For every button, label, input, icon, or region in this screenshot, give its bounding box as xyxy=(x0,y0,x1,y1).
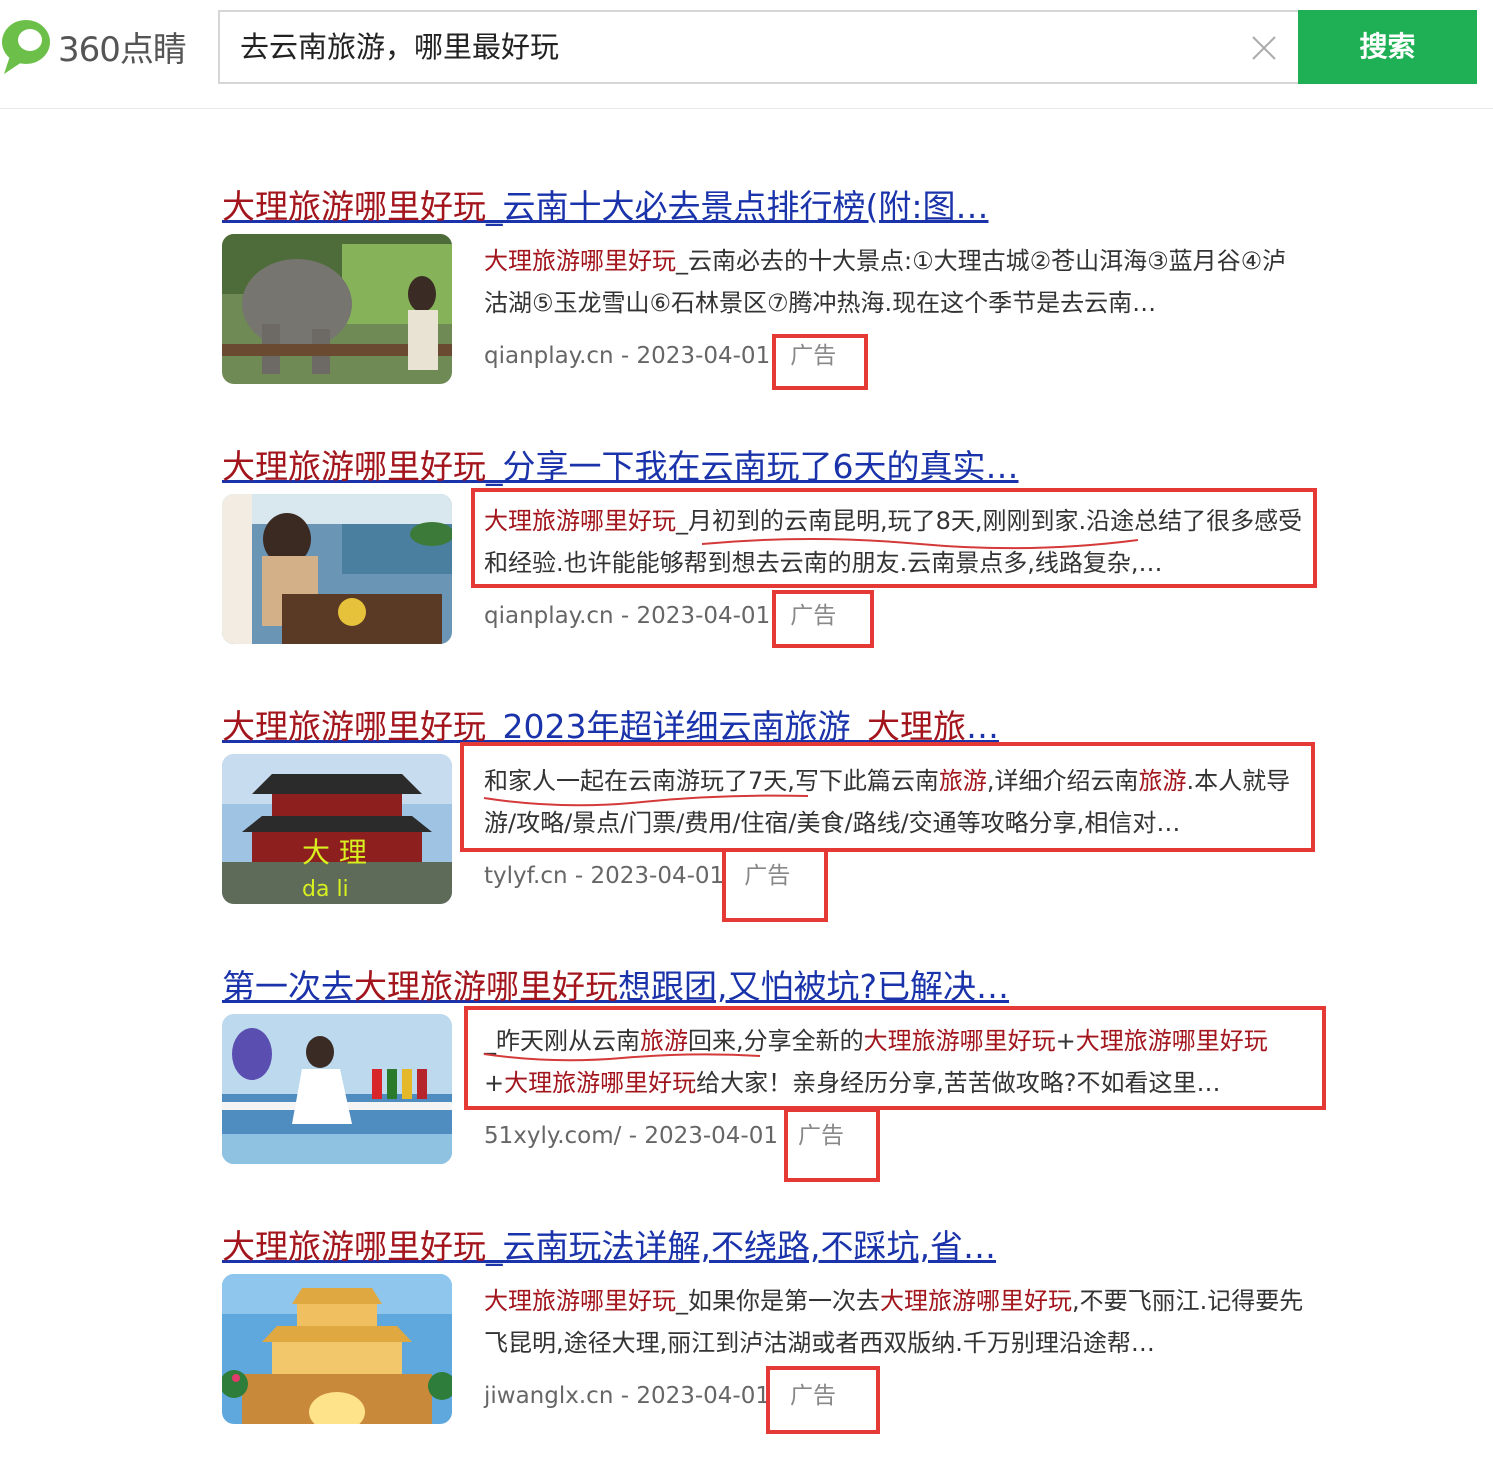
title-text: 想跟团,又怕被坑?已解决… xyxy=(618,967,1010,1006)
snippet-highlight: 旅游 xyxy=(938,767,987,795)
ad-badge: 广告 xyxy=(797,1123,844,1149)
result-title[interactable]: 第一次去大理旅游哪里好玩想跟团,又怕被坑?已解决… xyxy=(222,960,1009,1008)
thumb-caption: 大 理 xyxy=(302,836,367,869)
snippet-highlight: 大理旅游哪里好玩 xyxy=(880,1287,1072,1315)
title-highlight: 大理旅 xyxy=(866,707,966,746)
ad-badge: 广告 xyxy=(790,603,837,629)
result-thumbnail[interactable] xyxy=(222,494,452,644)
snippet-highlight: 大理旅游哪里好玩 xyxy=(504,1069,697,1097)
title-highlight: 大理旅游哪里好玩 xyxy=(222,447,486,486)
result-site[interactable]: 51xyly.com/ - 2023-04-01 xyxy=(484,1123,778,1149)
result-thumbnail[interactable] xyxy=(222,234,452,384)
snippet-highlight: 旅游 xyxy=(640,1027,688,1055)
ad-badge: 广告 xyxy=(790,343,837,369)
search-input[interactable]: 去云南旅游，哪里最好玩 xyxy=(240,12,1220,82)
snippet-highlight: 旅游 xyxy=(1138,767,1187,795)
snippet-text: _如果你是第一次去 xyxy=(676,1287,880,1315)
logo[interactable]: 360点睛 xyxy=(0,14,187,78)
result-thumbnail[interactable]: 大 理 da li xyxy=(222,754,452,904)
result-title[interactable]: 大理旅游哪里好玩_云南十大必去景点排行榜(附:图… xyxy=(222,180,989,228)
result-snippet: 大理旅游哪里好玩_云南必去的十大景点:①大理古城②苍山洱海③蓝月谷④泸沽湖⑤玉龙… xyxy=(484,240,1304,324)
snippet-text: + xyxy=(484,1069,505,1097)
result-snippet: 大理旅游哪里好玩_如果你是第一次去大理旅游哪里好玩,不要飞丽江.记得要先飞昆明,… xyxy=(484,1280,1304,1364)
result-meta: qianplay.cn - 2023-04-01 广告 xyxy=(484,336,836,370)
result-meta: jiwanglx.cn - 2023-04-01 广告 xyxy=(484,1376,836,1410)
title-highlight: 大理旅游哪里好玩 xyxy=(222,707,486,746)
title-text: … xyxy=(965,707,999,746)
ad-badge: 广告 xyxy=(744,863,791,889)
title-text: _云南十大必去景点排行榜(附:图… xyxy=(486,187,989,226)
snippet-text: 回来,分享全新的 xyxy=(688,1027,864,1055)
snippet-text: ,详细介绍云南 xyxy=(986,767,1139,795)
result-site[interactable]: qianplay.cn - 2023-04-01 xyxy=(484,603,770,629)
result-thumbnail[interactable] xyxy=(222,1274,452,1424)
snippet-text: _昨天刚从云南 xyxy=(484,1027,640,1055)
result-title[interactable]: 大理旅游哪里好玩_云南玩法详解,不绕路,不踩坑,省… xyxy=(222,1220,996,1268)
snippet-highlight: 大理旅游哪里好玩 xyxy=(484,247,676,275)
title-highlight: 大理旅游哪里好玩 xyxy=(354,967,618,1006)
title-text: _分享一下我在云南玩了6天的真实… xyxy=(486,447,1019,486)
result-site[interactable]: jiwanglx.cn - 2023-04-01 xyxy=(484,1383,770,1409)
result-snippet: 和家人一起在云南游玩了7天,写下此篇云南旅游,详细介绍云南旅游.本人就导游/攻略… xyxy=(484,760,1304,844)
result-thumbnail[interactable] xyxy=(222,1014,452,1164)
result-title[interactable]: 大理旅游哪里好玩_分享一下我在云南玩了6天的真实… xyxy=(222,440,1019,488)
result-meta: tylyf.cn - 2023-04-01 广告 xyxy=(484,856,790,890)
thumb-caption: da li xyxy=(302,877,349,902)
title-text: 第一次去 xyxy=(222,967,354,1006)
snippet-highlight: 大理旅游哪里好玩 xyxy=(484,507,676,535)
snippet-highlight: 大理旅游哪里好玩 xyxy=(863,1027,1056,1055)
snippet-highlight: 大理旅游哪里好玩 xyxy=(1075,1027,1268,1055)
title-text: _云南玩法详解,不绕路,不踩坑,省… xyxy=(486,1227,996,1266)
logo-icon xyxy=(2,20,50,74)
result-snippet: 大理旅游哪里好玩_月初到的云南昆明,玩了8天,刚刚到家.沿途总结了很多感受和经验… xyxy=(484,500,1304,584)
result-meta: 51xyly.com/ - 2023-04-01 广告 xyxy=(484,1116,844,1150)
snippet-highlight: 大理旅游哪里好玩 xyxy=(484,1287,676,1315)
search-button[interactable]: 搜索 xyxy=(1298,10,1477,84)
title-highlight: 大理旅游哪里好玩 xyxy=(222,1227,486,1266)
result-site[interactable]: tylyf.cn - 2023-04-01 xyxy=(484,863,724,889)
clear-icon[interactable] xyxy=(1250,34,1278,62)
snippet-text: 和家人一起在云南游玩了7天,写下此篇云南 xyxy=(484,767,939,795)
result-site[interactable]: qianplay.cn - 2023-04-01 xyxy=(484,343,770,369)
result-title[interactable]: 大理旅游哪里好玩_2023年超详细云南旅游_大理旅… xyxy=(222,700,999,748)
snippet-text: + xyxy=(1055,1027,1076,1055)
title-highlight: 大理旅游哪里好玩 xyxy=(222,187,486,226)
header: 360点睛 去云南旅游，哪里最好玩 搜索 xyxy=(0,0,1493,109)
search-box[interactable]: 去云南旅游，哪里最好玩 xyxy=(218,10,1298,84)
result-snippet: _昨天刚从云南旅游回来,分享全新的大理旅游哪里好玩+大理旅游哪里好玩+大理旅游哪… xyxy=(484,1020,1304,1104)
logo-text: 360点睛 xyxy=(58,29,187,70)
title-text: _2023年超详细云南旅游_ xyxy=(486,707,867,746)
snippet-text: 给大家！亲身经历分享,苦苦做攻略?不如看这里… xyxy=(696,1069,1221,1097)
result-meta: qianplay.cn - 2023-04-01 广告 xyxy=(484,596,836,630)
ad-badge: 广告 xyxy=(789,1383,836,1409)
